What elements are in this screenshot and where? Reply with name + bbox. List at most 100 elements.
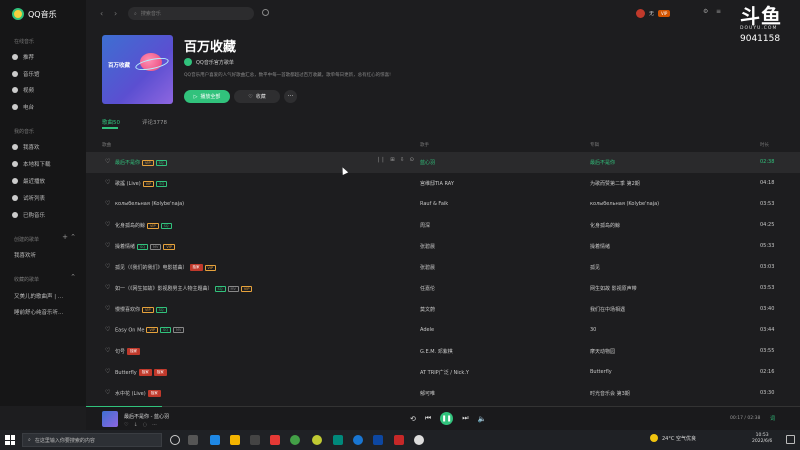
song-album[interactable]: 操着情绪	[590, 243, 610, 250]
like-icon[interactable]: ♡	[105, 158, 110, 165]
song-artist[interactable]: Adele	[420, 327, 434, 333]
more-icon[interactable]: ···	[152, 422, 157, 428]
add-playlist-icon[interactable]: +	[62, 233, 68, 241]
play-all-button[interactable]: ▷ 播放全部	[184, 90, 230, 103]
like-icon[interactable]: ♡	[105, 305, 110, 312]
voice-search-icon[interactable]	[262, 9, 269, 16]
playlist-creator[interactable]: QQ音乐官方歌单	[184, 58, 234, 66]
sidebar-item-trial-list[interactable]: 试听列表	[12, 192, 82, 203]
more-row-icon[interactable]: ⊙	[409, 157, 414, 163]
song-album[interactable]: 化身孤岛的鲸	[590, 222, 620, 229]
like-icon[interactable]: ♡	[105, 179, 110, 186]
search-input[interactable]: ⌕ 搜索音乐	[128, 7, 254, 20]
table-row[interactable]: ♡ 如一（《网生如故》影视剧男主人物主题曲） SQ MV VIP 任嘉伦 网生如故 影…	[86, 278, 800, 299]
play-row-icon[interactable]: ❘❘	[376, 157, 385, 163]
song-artist[interactable]: Rauf & Faik	[420, 201, 448, 207]
song-title[interactable]: 操着情绪 SQ MV VIP	[115, 243, 175, 250]
like-icon[interactable]: ♡	[105, 368, 110, 375]
table-row[interactable]: ♡ Easy On Me VIP SQ MV Adele 30 03:44	[86, 320, 800, 341]
forward-arrow-icon[interactable]: ›	[114, 9, 117, 18]
like-icon[interactable]: ♡	[105, 389, 110, 396]
song-title[interactable]: 孤见（《我们的我们》电影插曲） 独家 VIP	[115, 264, 217, 271]
sidebar-item-local-download[interactable]: 本地和下载	[12, 158, 82, 169]
header-title[interactable]: 歌曲	[102, 142, 111, 148]
song-title[interactable]: Easy On Me VIP SQ MV	[115, 327, 185, 334]
comment-icon[interactable]: ◌	[143, 422, 147, 428]
now-playing-cover[interactable]	[102, 411, 118, 427]
settings-icon[interactable]: ⚙	[703, 8, 708, 15]
like-icon[interactable]: ♡	[105, 200, 110, 207]
like-icon[interactable]: ♡	[105, 347, 110, 354]
like-icon[interactable]: ♡	[105, 284, 110, 291]
like-icon[interactable]: ♡	[124, 422, 128, 428]
song-artist[interactable]: 郁可唯	[420, 390, 435, 397]
song-album[interactable]: 摩天动物园	[590, 348, 615, 355]
back-arrow-icon[interactable]: ‹	[100, 9, 103, 18]
loop-icon[interactable]: ⟲	[410, 415, 416, 423]
taskbar-chrome-icon[interactable]	[290, 435, 300, 445]
task-view-icon[interactable]	[170, 435, 180, 445]
table-row[interactable]: ♡ 慢慢喜欢你 VIP SQ 莫文蔚 我们在中场相遇 03:40	[86, 299, 800, 320]
song-album[interactable]: 孤见	[590, 264, 600, 271]
lyrics-button[interactable]: 词	[770, 415, 775, 422]
vip-badge[interactable]: VIP	[658, 10, 671, 17]
taskbar-app-4-icon[interactable]	[250, 435, 260, 445]
song-artist[interactable]: 周深	[420, 222, 430, 229]
taskbar-search-input[interactable]: ⌕ 在这里输入你要搜索的内容	[22, 433, 162, 447]
table-row[interactable]: ♡ 句号 独家 G.E.M. 邓紫棋 摩天动物园 03:55	[86, 341, 800, 362]
song-artist[interactable]: 蓝心羽	[420, 159, 435, 166]
song-artist[interactable]: 张碧晨	[420, 243, 435, 250]
taskbar-app-1-icon[interactable]	[188, 435, 198, 445]
sidebar-item-radio[interactable]: 电台	[12, 101, 82, 112]
sidebar-item-liked[interactable]: 我喜欢	[12, 141, 82, 152]
now-playing-title[interactable]: 最后不是你 - 蓝心羽	[124, 413, 169, 420]
taskbar-app-8-icon[interactable]	[333, 435, 343, 445]
pause-button[interactable]: ❚❚	[440, 412, 454, 425]
taskbar-app-9-icon[interactable]	[353, 435, 363, 445]
download-icon[interactable]: ↓	[133, 422, 137, 428]
table-row[interactable]: ♡ Butterfly 独家 独家 AT TRIP广泛 / Nick.Y Butte…	[86, 362, 800, 383]
taskbar-explorer-icon[interactable]	[230, 435, 240, 445]
sidebar-item-purchased[interactable]: 已购音乐	[12, 209, 82, 220]
tab-comments[interactable]: 评论3778	[142, 118, 167, 126]
song-album[interactable]: 时光音乐会 第3期	[590, 390, 630, 397]
song-title[interactable]: 如一（《网生如故》影视剧男主人物主题曲） SQ MV VIP	[115, 285, 253, 292]
next-icon[interactable]: ⏭	[462, 414, 468, 423]
song-album[interactable]: 30	[590, 327, 596, 333]
avatar[interactable]	[636, 9, 645, 18]
table-row[interactable]: ♡ 最后不是你 VIP SQ ❘❘ ⊞ ⇩ ⊙ 蓝心羽 最后不是你 02:38	[86, 152, 800, 173]
table-row[interactable]: ♡ 歌謠 (Live) VIP SQ 宫维邸TIA RAY 为歌而赞第二季 第2期 …	[86, 173, 800, 194]
sidebar-collected-playlist-1[interactable]: 又美儿的歌曲声 | ...	[14, 290, 84, 301]
taskbar-app-5-icon[interactable]	[270, 435, 280, 445]
song-album[interactable]: 为歌而赞第二季 第2期	[590, 180, 640, 187]
song-artist[interactable]: 任嘉伦	[420, 285, 435, 292]
collapse-created-icon[interactable]: ⌃	[70, 233, 76, 241]
taskbar-clock[interactable]: 10:53 2022/6/6	[752, 433, 772, 445]
taskbar-steam-icon[interactable]	[373, 435, 383, 445]
sidebar-created-playlist[interactable]: 我喜欢听	[14, 249, 84, 260]
sidebar-item-recent[interactable]: 最近播放	[12, 175, 82, 186]
table-row[interactable]: ♡ колыбельная (Kolybe'naja) Rauf & Faik …	[86, 194, 800, 215]
download-row-icon[interactable]: ⇩	[400, 157, 405, 163]
song-title[interactable]: 句号 独家	[115, 348, 141, 355]
song-title[interactable]: 歌謠 (Live) VIP SQ	[115, 180, 168, 187]
header-duration[interactable]: 时长	[760, 142, 769, 148]
song-album[interactable]: Butterfly	[590, 369, 612, 375]
windows-start-icon[interactable]	[5, 435, 15, 445]
user-area[interactable]: 无 VIP	[636, 9, 671, 18]
more-button[interactable]: ···	[284, 90, 297, 103]
sidebar-collected-playlist-2[interactable]: 睡前舒心纯音乐听...	[14, 306, 84, 317]
song-album[interactable]: 最后不是你	[590, 159, 615, 166]
song-title[interactable]: колыбельная (Kolybe'naja)	[115, 201, 184, 207]
song-album[interactable]: 网生如故 影视原声带	[590, 285, 637, 292]
song-artist[interactable]: G.E.M. 邓紫棋	[420, 348, 453, 355]
table-row[interactable]: ♡ 水中花 (Live) 独家 郁可唯 时光音乐会 第3期 03:30	[86, 383, 800, 404]
collapse-collected-icon[interactable]: ⌃	[70, 273, 76, 281]
song-title[interactable]: Butterfly 独家 独家	[115, 369, 167, 376]
progress-bar[interactable]	[86, 406, 800, 407]
tab-songs[interactable]: 歌曲50	[102, 118, 120, 126]
add-to-icon[interactable]: ⊞	[390, 157, 395, 163]
notification-icon[interactable]	[786, 435, 795, 444]
song-artist[interactable]: 宫维邸TIA RAY	[420, 180, 454, 187]
like-icon[interactable]: ♡	[105, 326, 110, 333]
